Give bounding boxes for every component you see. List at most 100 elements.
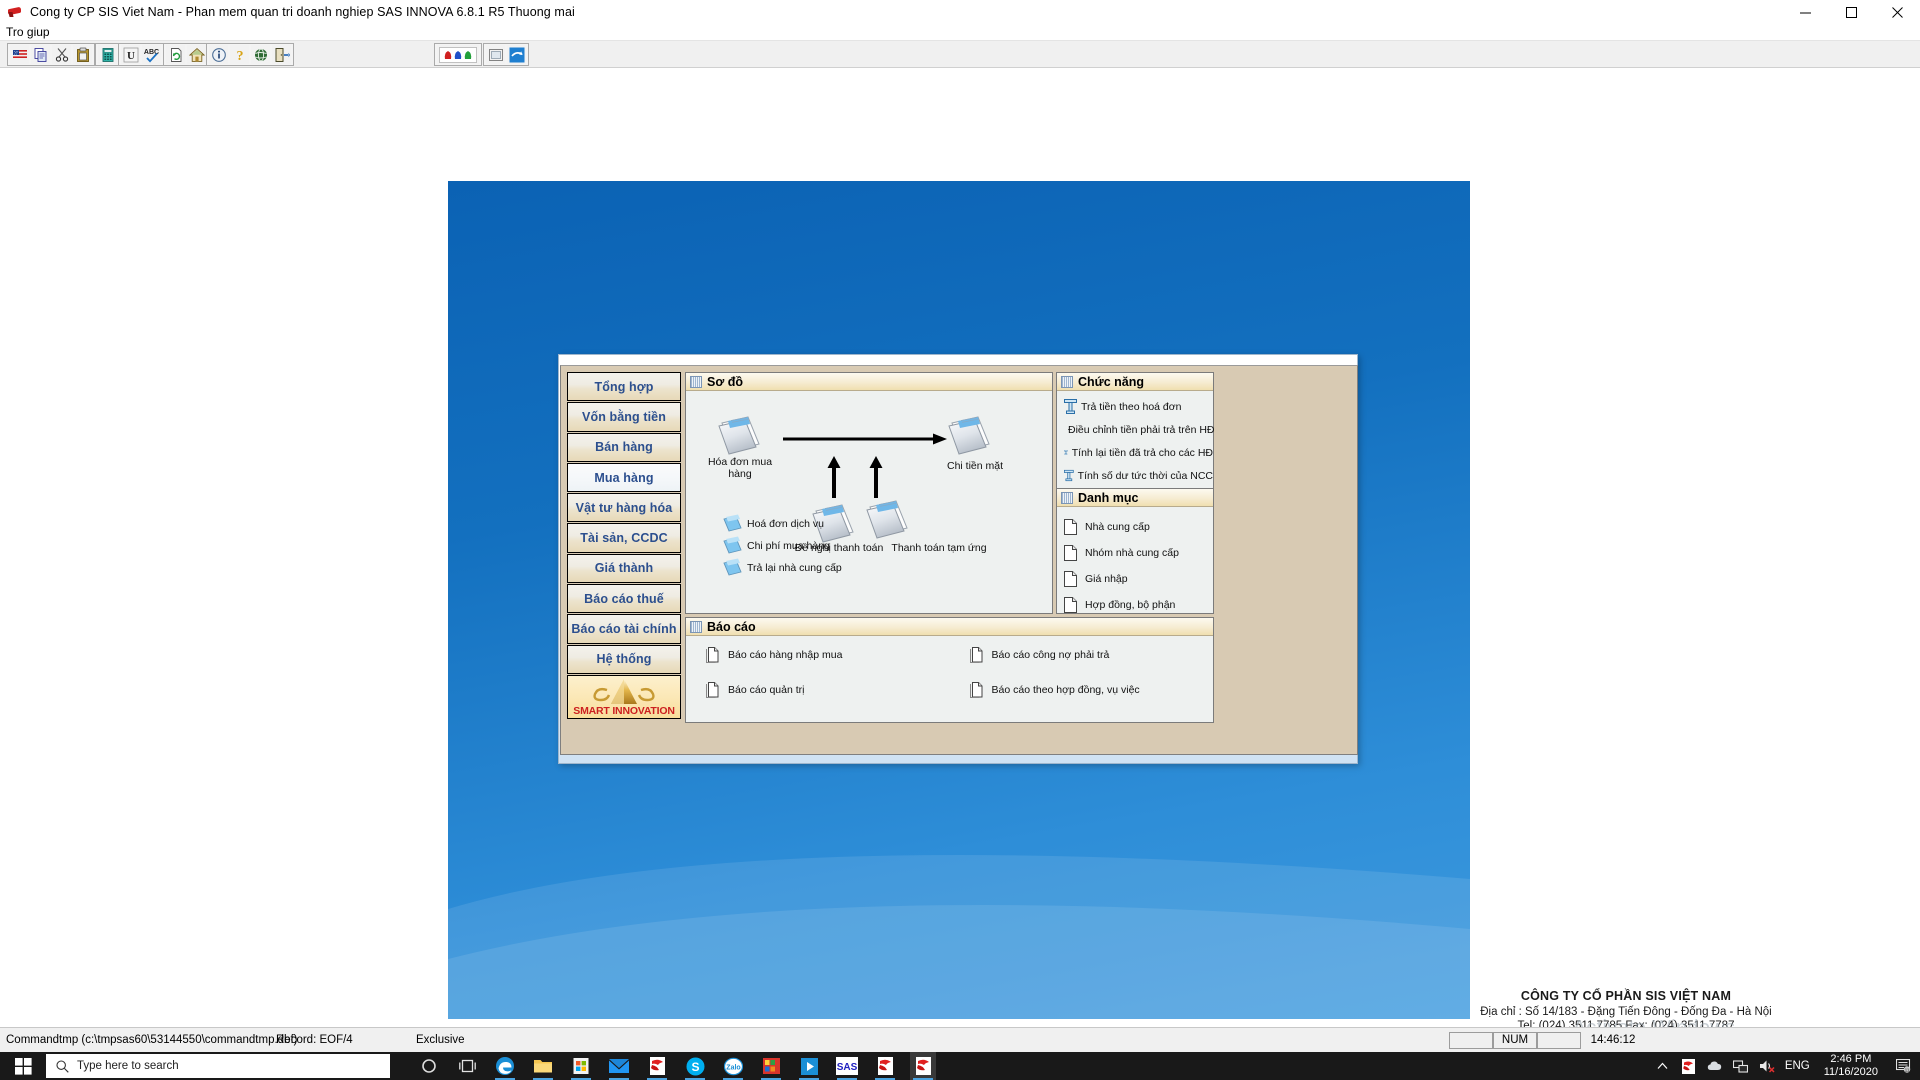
page-icon bbox=[1064, 571, 1077, 587]
onedrive-cloud-icon[interactable] bbox=[1707, 1058, 1723, 1074]
vietnam-flag-icon[interactable] bbox=[10, 45, 29, 64]
document-icon[interactable] bbox=[718, 414, 762, 461]
taskbar-app-media[interactable] bbox=[796, 1052, 822, 1080]
window-title: Cong ty CP SIS Viet Nam - Phan mem quan … bbox=[30, 5, 575, 19]
taskbar-app-edge[interactable] bbox=[492, 1052, 518, 1080]
sidebar-item-mua-hang[interactable]: Mua hàng bbox=[567, 462, 681, 493]
item-label: Tính lại tiền đã trả cho các HĐ bbox=[1071, 446, 1213, 459]
menu-tro-giup[interactable]: Tro giup bbox=[0, 24, 54, 40]
module-panel: Tổng hợp Vốn bằng tiền Bán hàng Mua hàng bbox=[560, 365, 1358, 755]
panel-chuc-nang-header: Chức năng bbox=[1057, 373, 1213, 391]
sidebar-item-label: Vật tư hàng hóa bbox=[575, 500, 673, 515]
sidebar-item-tai-san-ccdc[interactable]: Tài sản, CCDC bbox=[567, 523, 681, 553]
start-button[interactable] bbox=[0, 1052, 46, 1080]
catalog-panel-icon bbox=[1061, 491, 1073, 504]
copy-icon[interactable] bbox=[31, 45, 50, 64]
sidebar-item-bao-cao-thue[interactable]: Báo cáo thuế bbox=[567, 584, 681, 614]
windows-logo-icon bbox=[14, 1057, 32, 1075]
search-input[interactable]: Type here to search bbox=[46, 1054, 390, 1078]
taskbar-app-sas-innova-1[interactable] bbox=[644, 1052, 670, 1080]
page-icon bbox=[1064, 519, 1077, 535]
status-bar: Commandtmp (c:\tmpsas60\53144550\command… bbox=[0, 1027, 1920, 1052]
catalog-hop-dong-bo-phan[interactable]: Hợp đồng, bộ phận bbox=[1057, 592, 1213, 618]
cortana-button[interactable] bbox=[416, 1052, 442, 1080]
show-hidden-icons-button[interactable] bbox=[1655, 1058, 1671, 1074]
minimize-button[interactable] bbox=[1782, 0, 1828, 24]
blue-circle-icon[interactable] bbox=[507, 45, 526, 64]
diagram-item-chi-phi-mua-hang[interactable]: Chi phí mua hàng bbox=[722, 536, 830, 556]
panel-so-do: Sơ đồ Hóa đơn mua hàng Chi tiền mặt Đề n… bbox=[685, 372, 1053, 614]
sidebar-item-he-thong[interactable]: Hệ thống bbox=[567, 644, 681, 674]
clock[interactable]: 2:46 PM 11/16/2020 bbox=[1820, 1053, 1882, 1078]
diagram-item-hoa-don-dich-vu[interactable]: Hoá đơn dịch vụ bbox=[722, 514, 824, 534]
function-tra-tien-theo-hoa-don[interactable]: Trả tiền theo hoá đơn bbox=[1057, 395, 1213, 418]
tool-icon bbox=[1064, 469, 1074, 482]
taskbar-app-mail[interactable] bbox=[606, 1052, 632, 1080]
taskbar-app-zalo[interactable]: Zalo bbox=[720, 1052, 746, 1080]
report-bao-cao-hang-nhap-mua[interactable]: Báo cáo hàng nhập mua bbox=[686, 643, 950, 666]
taskbar-app-sas-innova-2[interactable] bbox=[872, 1052, 898, 1080]
taskbar-app-microsoft-store[interactable] bbox=[568, 1052, 594, 1080]
item-label: Chi phí mua hàng bbox=[747, 540, 830, 552]
tray-sas-flag-icon[interactable] bbox=[1681, 1058, 1697, 1074]
refresh-document-icon[interactable] bbox=[166, 45, 185, 64]
home-icon[interactable] bbox=[187, 45, 206, 64]
sidebar-item-vat-tu-hang-hoa[interactable]: Vật tư hàng hóa bbox=[567, 493, 681, 523]
report-bao-cao-cong-no-phai-tra[interactable]: Báo cáo công nợ phải trả bbox=[950, 643, 1214, 666]
globe-icon[interactable] bbox=[251, 45, 270, 64]
function-tinh-so-du-tuc-thoi-cua-ncc[interactable]: Tính số dư tức thời của NCC bbox=[1057, 464, 1213, 487]
sidebar-item-bao-cao-tai-chinh[interactable]: Báo cáo tài chính bbox=[567, 614, 681, 644]
color-palette-icon[interactable] bbox=[437, 45, 479, 64]
task-view-button[interactable] bbox=[454, 1052, 480, 1080]
module-panel-inner: Tổng hợp Vốn bằng tiền Bán hàng Mua hàng bbox=[563, 368, 1355, 752]
panel-so-do-body: Hóa đơn mua hàng Chi tiền mặt Đề nghị th… bbox=[686, 392, 1052, 613]
function-dieu-chinh-tien-phai-tra-tren-hd[interactable]: Điều chỉnh tiền phải trả trên HĐ bbox=[1057, 418, 1215, 441]
unicode-u-icon[interactable]: U bbox=[121, 45, 140, 64]
sidebar-item-gia-thanh[interactable]: Giá thành bbox=[567, 553, 681, 584]
blue-page-icon bbox=[723, 536, 742, 554]
taskbar-app-sas-innova-3[interactable] bbox=[910, 1052, 936, 1080]
item-label: Hoá đơn dịch vụ bbox=[747, 518, 824, 530]
maximize-button[interactable] bbox=[1828, 0, 1874, 24]
svg-text:?: ? bbox=[236, 49, 243, 63]
item-label: Hợp đồng, bộ phận bbox=[1085, 599, 1176, 611]
paste-icon[interactable] bbox=[73, 45, 92, 64]
info-icon[interactable] bbox=[209, 45, 228, 64]
sidebar-item-von-bang-tien[interactable]: Vốn bằng tiền bbox=[567, 402, 681, 432]
document-icon[interactable] bbox=[866, 498, 910, 545]
language-indicator[interactable]: ENG bbox=[1785, 1060, 1810, 1072]
catalog-nha-cung-cap[interactable]: Nhà cung cấp bbox=[1057, 514, 1213, 540]
document-icon[interactable] bbox=[948, 414, 992, 461]
catalog-nhom-nha-cung-cap[interactable]: Nhóm nhà cung cấp bbox=[1057, 540, 1213, 566]
exit-door-icon[interactable] bbox=[272, 45, 291, 64]
status-num-indicator: NUM bbox=[1493, 1031, 1537, 1049]
panel-bao-cao-header: Báo cáo bbox=[686, 618, 1213, 636]
help-question-icon[interactable]: ? bbox=[230, 45, 249, 64]
calculator-icon[interactable] bbox=[98, 45, 117, 64]
action-center-button[interactable]: 11 bbox=[1892, 1052, 1914, 1080]
media-player-icon bbox=[800, 1057, 818, 1075]
taskbar-app-skype[interactable]: S bbox=[682, 1052, 708, 1080]
taskbar-app-file-explorer[interactable] bbox=[530, 1052, 556, 1080]
cut-icon[interactable] bbox=[52, 45, 71, 64]
panel-danh-muc-header: Danh mục bbox=[1057, 489, 1213, 507]
taskbar-app-sas[interactable]: SAS bbox=[834, 1052, 860, 1080]
status-record: Record: EOF/4 bbox=[276, 1034, 353, 1046]
catalog-gia-nhap[interactable]: Giá nhập bbox=[1057, 566, 1213, 592]
report-bao-cao-theo-hop-dong-vu-viec[interactable]: Báo cáo theo hợp đồng, vụ việc bbox=[950, 678, 1214, 701]
diagram-item-tra-lai-nha-cung-cap[interactable]: Trả lại nhà cung cấp bbox=[722, 558, 842, 578]
sidebar-item-tong-hop[interactable]: Tổng hợp bbox=[567, 372, 681, 402]
function-tinh-lai-tien-da-tra-cho-cac-hd[interactable]: Tính lại tiền đã trả cho các HĐ bbox=[1057, 441, 1213, 464]
app-flag-icon bbox=[8, 4, 24, 20]
notification-icon: 11 bbox=[1895, 1059, 1910, 1073]
network-icon[interactable] bbox=[1733, 1058, 1749, 1074]
volume-muted-icon[interactable] bbox=[1759, 1058, 1775, 1074]
sidebar-item-ban-hang[interactable]: Bán hàng bbox=[567, 432, 681, 462]
status-command: Commandtmp (c:\tmpsas60\53144550\command… bbox=[6, 1034, 298, 1046]
spellcheck-abc-icon[interactable]: ABC bbox=[142, 45, 161, 64]
report-bao-cao-quan-tri[interactable]: Báo cáo quản trị bbox=[686, 678, 950, 701]
window-icon[interactable] bbox=[486, 45, 505, 64]
toolbar-group-help: ? bbox=[206, 43, 294, 66]
taskbar-app-unikey[interactable] bbox=[758, 1052, 784, 1080]
close-button[interactable] bbox=[1874, 0, 1920, 24]
